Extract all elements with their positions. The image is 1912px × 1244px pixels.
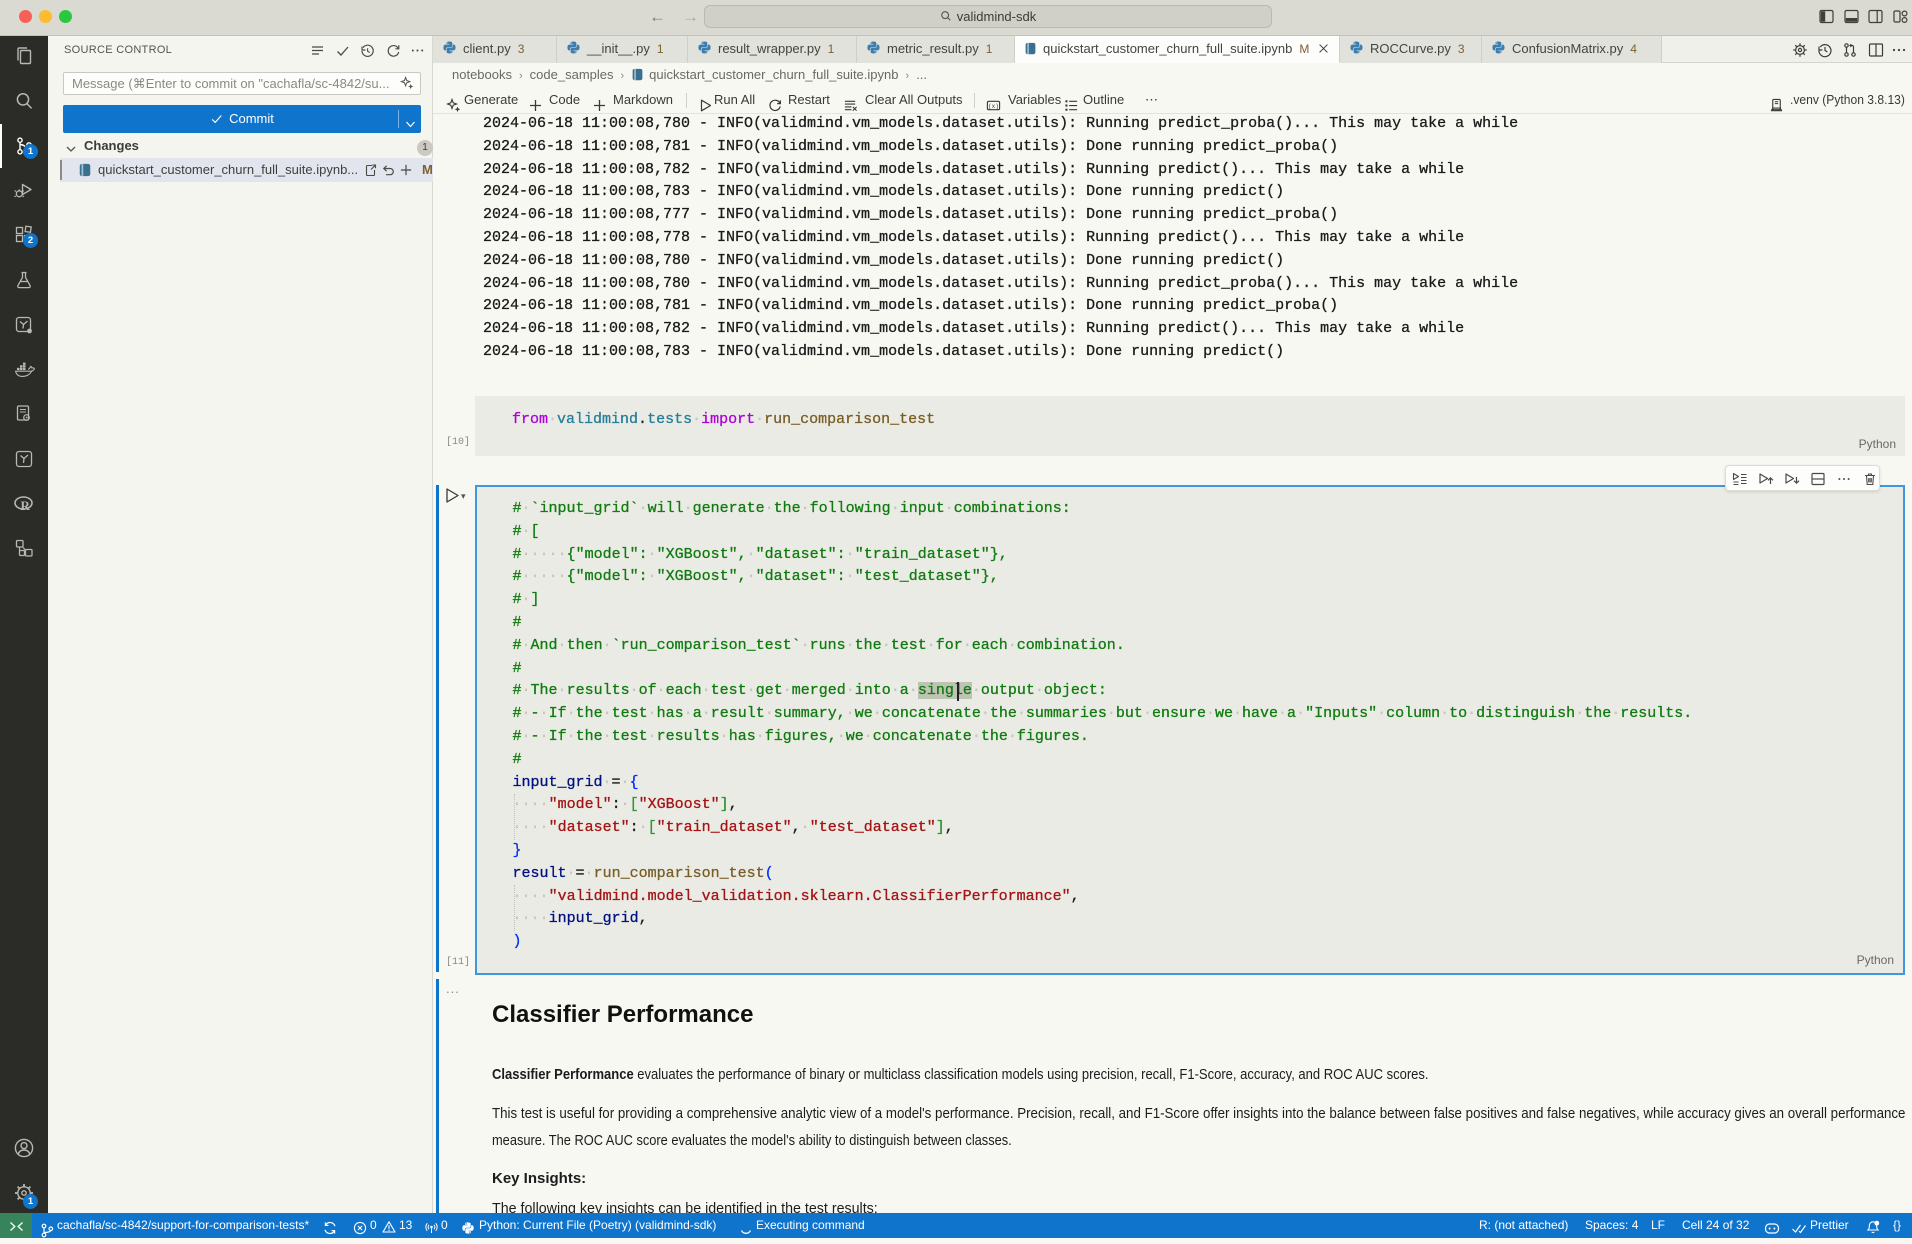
svg-text:(x): (x) — [988, 103, 999, 110]
svg-text:R: R — [21, 498, 31, 513]
